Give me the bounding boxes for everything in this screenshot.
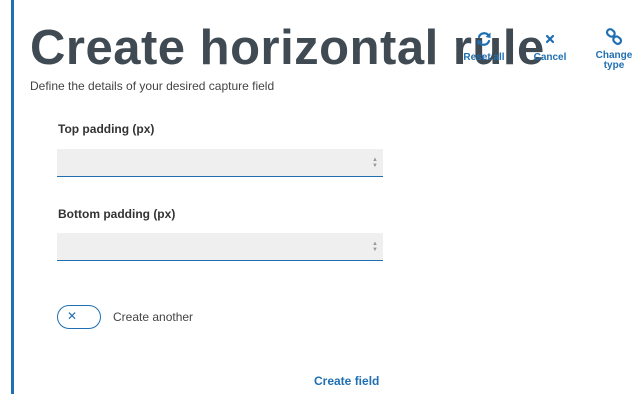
top-padding-label: Top padding (px) [58, 122, 155, 136]
change-type-label: Change type [595, 50, 633, 71]
top-padding-field[interactable]: ▲ ▼ [57, 149, 383, 177]
create-another-label: Create another [113, 310, 194, 324]
close-icon [545, 34, 555, 44]
link-icon [605, 28, 623, 45]
create-another-toggle[interactable]: ✕ [57, 305, 101, 329]
page-subtitle: Define the details of your desired captu… [30, 79, 275, 93]
top-padding-spinner[interactable]: ▲ ▼ [371, 157, 379, 169]
top-padding-input[interactable] [57, 149, 373, 175]
create-horizontal-rule-panel: Create horizontal rule Define the detail… [30, 0, 636, 394]
close-icon: ✕ [67, 309, 78, 323]
bottom-padding-label: Bottom padding (px) [58, 207, 176, 221]
create-field-button[interactable]: Create field [314, 374, 379, 388]
cancel-label: Cancel [533, 52, 567, 63]
bottom-padding-spinner[interactable]: ▲ ▼ [371, 241, 379, 253]
reset-all-button[interactable]: Reset all [458, 30, 510, 63]
refresh-icon [477, 32, 491, 46]
cancel-button[interactable]: Cancel [524, 30, 576, 63]
bottom-padding-field[interactable]: ▲ ▼ [57, 233, 383, 261]
left-accent-border [11, 0, 14, 394]
change-type-button[interactable]: Change type [592, 28, 636, 71]
bottom-padding-input[interactable] [57, 233, 373, 259]
reset-all-label: Reset all [463, 52, 505, 63]
